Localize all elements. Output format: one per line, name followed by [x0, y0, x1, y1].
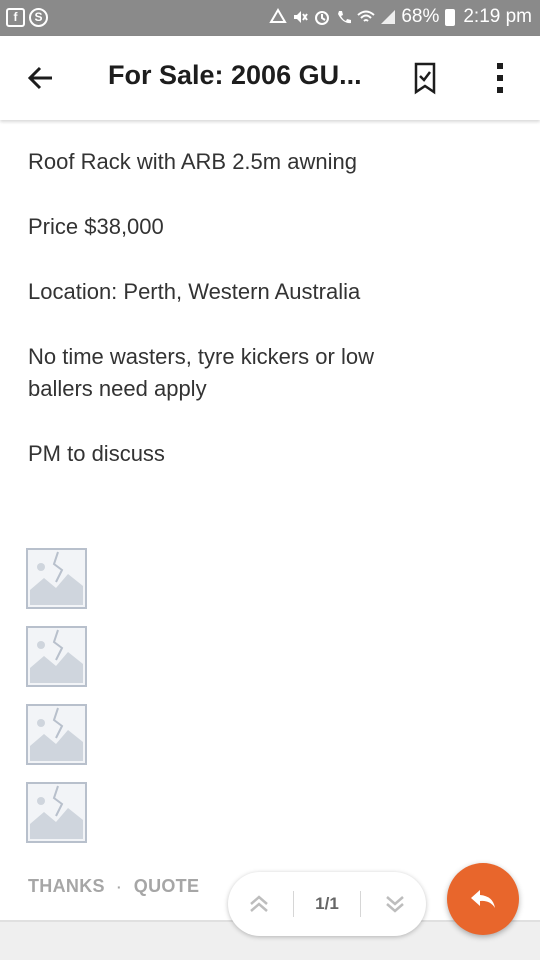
- broken-image-placeholder[interactable]: [26, 626, 87, 687]
- pager-separator: [293, 891, 295, 917]
- actions-separator: ·: [116, 878, 122, 895]
- notification-icons: f S: [6, 8, 48, 27]
- signal-icon: [381, 10, 396, 24]
- mute-icon: [294, 11, 309, 23]
- network-icon: [269, 8, 288, 23]
- back-button[interactable]: [22, 58, 62, 98]
- post-actions: THANKS · QUOTE: [28, 876, 199, 897]
- pager-separator: [359, 891, 361, 917]
- skype-icon: S: [29, 8, 48, 27]
- page-navigator: 1/1: [228, 872, 426, 936]
- post-images: [26, 548, 87, 860]
- wifi-icon: [357, 10, 375, 22]
- scroll-top-button[interactable]: [246, 891, 272, 917]
- broken-image-placeholder[interactable]: [26, 782, 87, 843]
- bookmark-button[interactable]: [405, 58, 445, 98]
- double-chevron-up-icon: [250, 895, 268, 912]
- more-vert-icon: [497, 63, 503, 93]
- broken-image-icon: [30, 707, 83, 761]
- status-bar: f S 68% 2:19 pm: [0, 0, 540, 36]
- bookmark-check-icon: [414, 62, 436, 95]
- broken-image-placeholder[interactable]: [26, 548, 87, 609]
- post-line-roof-rack: Roof Rack with ARB 2.5m awning: [28, 149, 357, 174]
- broken-image-placeholder[interactable]: [26, 704, 87, 765]
- call-icon: [338, 11, 352, 24]
- reply-button[interactable]: [447, 863, 519, 935]
- post-line-price: Price $38,000: [28, 214, 164, 239]
- broken-image-icon: [30, 629, 83, 683]
- page-indicator[interactable]: 1/1: [315, 894, 339, 914]
- battery-icon: [445, 8, 456, 26]
- system-status: 68% 2:19 pm: [269, 6, 532, 28]
- quote-button[interactable]: QUOTE: [134, 876, 200, 897]
- post-line-no-time-wasters: No time wasters, tyre kickers or low bal…: [28, 344, 374, 401]
- double-chevron-down-icon: [386, 896, 404, 913]
- facebook-icon: f: [6, 8, 25, 27]
- alarm-icon: [315, 11, 330, 25]
- scroll-bottom-button[interactable]: [382, 891, 408, 917]
- post-line-location: Location: Perth, Western Australia: [28, 279, 361, 304]
- thanks-button[interactable]: THANKS: [28, 876, 105, 897]
- reply-icon: [471, 890, 495, 908]
- more-options-button[interactable]: [482, 58, 518, 98]
- broken-image-icon: [30, 785, 83, 839]
- post-line-pm: PM to discuss: [28, 441, 165, 466]
- arrow-left-icon: [27, 66, 52, 90]
- app-bar: For Sale: 2006 GU...: [0, 36, 540, 120]
- page-title: For Sale: 2006 GU...: [108, 60, 362, 90]
- broken-image-icon: [30, 551, 83, 605]
- battery-percent: 68%: [401, 6, 440, 27]
- post-body: Roof Rack with ARB 2.5m awning Price $38…: [28, 146, 508, 503]
- status-time: 2:19 pm: [463, 6, 532, 27]
